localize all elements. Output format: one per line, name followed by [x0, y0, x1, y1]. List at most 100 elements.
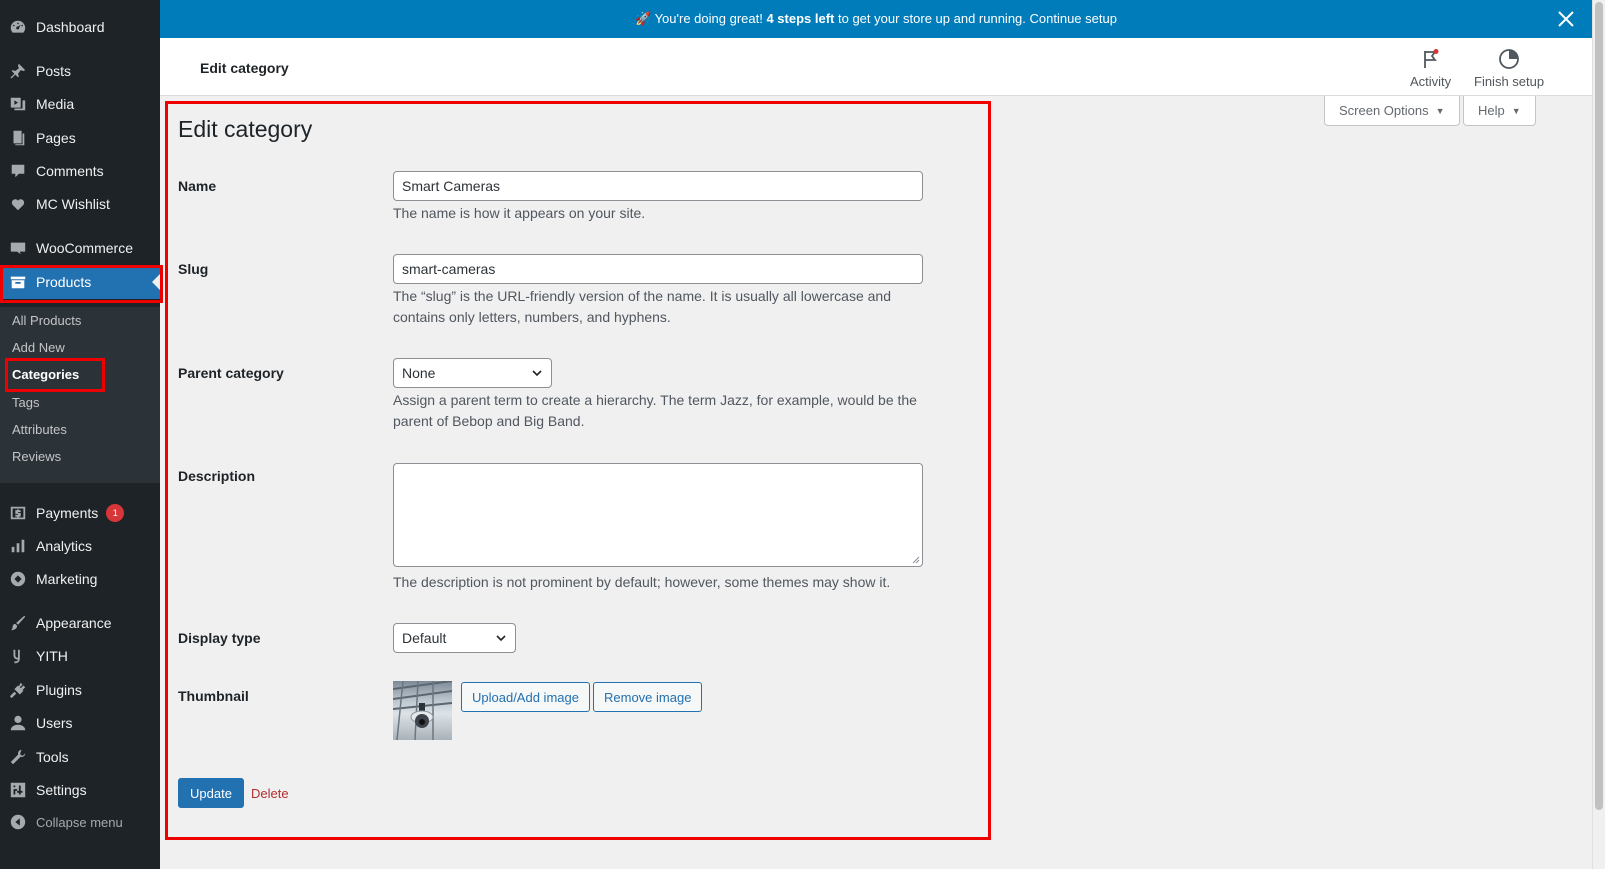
parent-category-select[interactable]: None: [393, 358, 552, 388]
sidebar-item-settings[interactable]: Settings: [0, 773, 160, 807]
sidebar-item-media[interactable]: Media: [0, 87, 160, 121]
sidebar-item-label: Media: [36, 96, 75, 112]
description-textarea[interactable]: [393, 463, 923, 567]
description-help-text: The description is not prominent by defa…: [393, 574, 891, 590]
resize-grip-icon[interactable]: [912, 556, 920, 564]
wrench-icon: [8, 747, 28, 767]
plugin-icon: [8, 680, 28, 700]
header-title: Edit category: [200, 60, 289, 76]
progress-circle-icon: [1499, 49, 1519, 69]
close-icon[interactable]: [1556, 9, 1576, 29]
collapse-icon: [8, 812, 28, 832]
sidebar-item-yith[interactable]: YITH: [0, 639, 160, 673]
parent-category-help-text: Assign a parent term to create a hierarc…: [393, 392, 917, 429]
sidebar-item-label: WooCommerce: [36, 240, 133, 256]
help-label: Help: [1478, 103, 1505, 118]
chevron-down-icon: [496, 635, 506, 642]
pushpin-icon: [8, 61, 28, 81]
name-field[interactable]: [393, 171, 923, 201]
page-title: Edit category: [178, 116, 313, 142]
sidebar-item-tools[interactable]: Tools: [0, 740, 160, 774]
update-button[interactable]: Update: [178, 778, 244, 808]
bar-chart-icon: [8, 536, 28, 556]
finish-setup-button[interactable]: Finish setup: [1474, 48, 1544, 89]
pages-icon: [8, 128, 28, 148]
caret-down-icon: ▼: [1435, 105, 1445, 116]
remove-image-button[interactable]: Remove image: [593, 682, 703, 712]
sidebar-item-marketing[interactable]: Marketing: [0, 562, 160, 596]
sidebar-item-appearance[interactable]: Appearance: [0, 606, 160, 640]
page-header: Edit category Activity Finish setup: [160, 38, 1592, 96]
thumbnail-image: [393, 681, 452, 740]
security-camera-photo: [393, 681, 452, 740]
sidebar-item-analytics[interactable]: Analytics: [0, 529, 160, 563]
activity-label: Activity: [1410, 74, 1452, 89]
setup-notice-bar: 🚀 You're doing great! 4 steps left to ge…: [160, 0, 1592, 38]
sidebar-item-label: Payments: [36, 505, 99, 521]
name-label: Name: [178, 178, 217, 194]
heart-icon: [8, 194, 28, 214]
name-help-text: The name is how it appears on your site.: [393, 205, 646, 221]
delete-link[interactable]: Delete: [251, 786, 289, 801]
scrollbar-thumb[interactable]: [1595, 2, 1603, 810]
sidebar-item-label: Appearance: [36, 615, 112, 631]
sidebar-item-label: Plugins: [36, 682, 82, 698]
slug-label: Slug: [178, 261, 209, 277]
paintbrush-icon: [8, 613, 28, 633]
sidebar-item-label: Marketing: [36, 571, 98, 587]
sidebar-item-pages[interactable]: Pages: [0, 121, 160, 155]
sidebar-item-label: Analytics: [36, 538, 93, 554]
dollar-icon: [8, 503, 28, 523]
collapse-menu-button[interactable]: Collapse menu: [0, 805, 160, 839]
display-type-select[interactable]: Default: [393, 623, 516, 653]
slug-help-text: The “slug” is the URL-friendly version o…: [393, 288, 891, 325]
upload-image-button[interactable]: Upload/Add image: [461, 682, 590, 712]
sidebar-item-label: Dashboard: [36, 19, 105, 35]
submenu-attributes[interactable]: Attributes: [12, 422, 67, 437]
megaphone-icon: [8, 569, 28, 589]
screen-options-button[interactable]: Screen Options ▼: [1324, 96, 1460, 126]
sidebar-item-label: Settings: [36, 782, 87, 798]
sidebar-item-dashboard[interactable]: Dashboard: [0, 10, 160, 44]
parent-category-label: Parent category: [178, 365, 284, 381]
sidebar-item-payments[interactable]: Payments 1: [0, 496, 160, 530]
categories-highlight-box: [5, 358, 105, 392]
description-label: Description: [178, 468, 256, 484]
sidebar-item-comments[interactable]: Comments: [0, 154, 160, 188]
sidebar-item-plugins[interactable]: Plugins: [0, 673, 160, 707]
caret-down-icon: ▼: [1511, 105, 1521, 116]
submenu-all-products[interactable]: All Products: [12, 313, 81, 328]
page-scrollbar[interactable]: [1592, 0, 1605, 869]
help-button[interactable]: Help ▼: [1463, 96, 1536, 126]
display-type-label: Display type: [178, 630, 261, 646]
user-icon: [8, 713, 28, 733]
sidebar-item-label: Comments: [36, 163, 104, 179]
sidebar-item-mc-wishlist[interactable]: MC Wishlist: [0, 187, 160, 221]
submenu-add-new[interactable]: Add New: [12, 340, 65, 355]
sidebar-item-label: MC Wishlist: [36, 196, 110, 212]
thumbnail-label: Thumbnail: [178, 688, 249, 704]
woo-icon: [8, 238, 28, 258]
notice-text[interactable]: 🚀 You're doing great! 4 steps left to ge…: [635, 11, 1117, 27]
notification-badge: 1: [106, 504, 125, 522]
sidebar-item-label: Pages: [36, 130, 76, 146]
products-submenu: All Products Add New Categories Tags Att…: [0, 307, 160, 483]
display-type-value: Default: [402, 630, 447, 646]
submenu-tags[interactable]: Tags: [12, 395, 39, 410]
finish-setup-label: Finish setup: [1474, 74, 1545, 89]
sidebar-item-woocommerce[interactable]: WooCommerce: [0, 231, 160, 265]
sidebar-item-users[interactable]: Users: [0, 706, 160, 740]
yith-icon: [8, 646, 28, 666]
admin-sidebar: Dashboard Posts Media Pages Comments MC …: [0, 0, 160, 869]
submenu-reviews[interactable]: Reviews: [12, 449, 61, 464]
screen-options-label: Screen Options: [1339, 103, 1429, 118]
activity-button[interactable]: Activity: [1410, 48, 1451, 89]
products-highlight-box: [0, 265, 163, 303]
sidebar-item-posts[interactable]: Posts: [0, 54, 160, 88]
flag-icon: [1423, 49, 1439, 68]
dashboard-icon: [8, 17, 28, 37]
slug-field[interactable]: [393, 254, 923, 284]
media-icon: [8, 94, 28, 114]
sidebar-item-label: Users: [36, 715, 73, 731]
sidebar-item-label: YITH: [36, 648, 68, 664]
